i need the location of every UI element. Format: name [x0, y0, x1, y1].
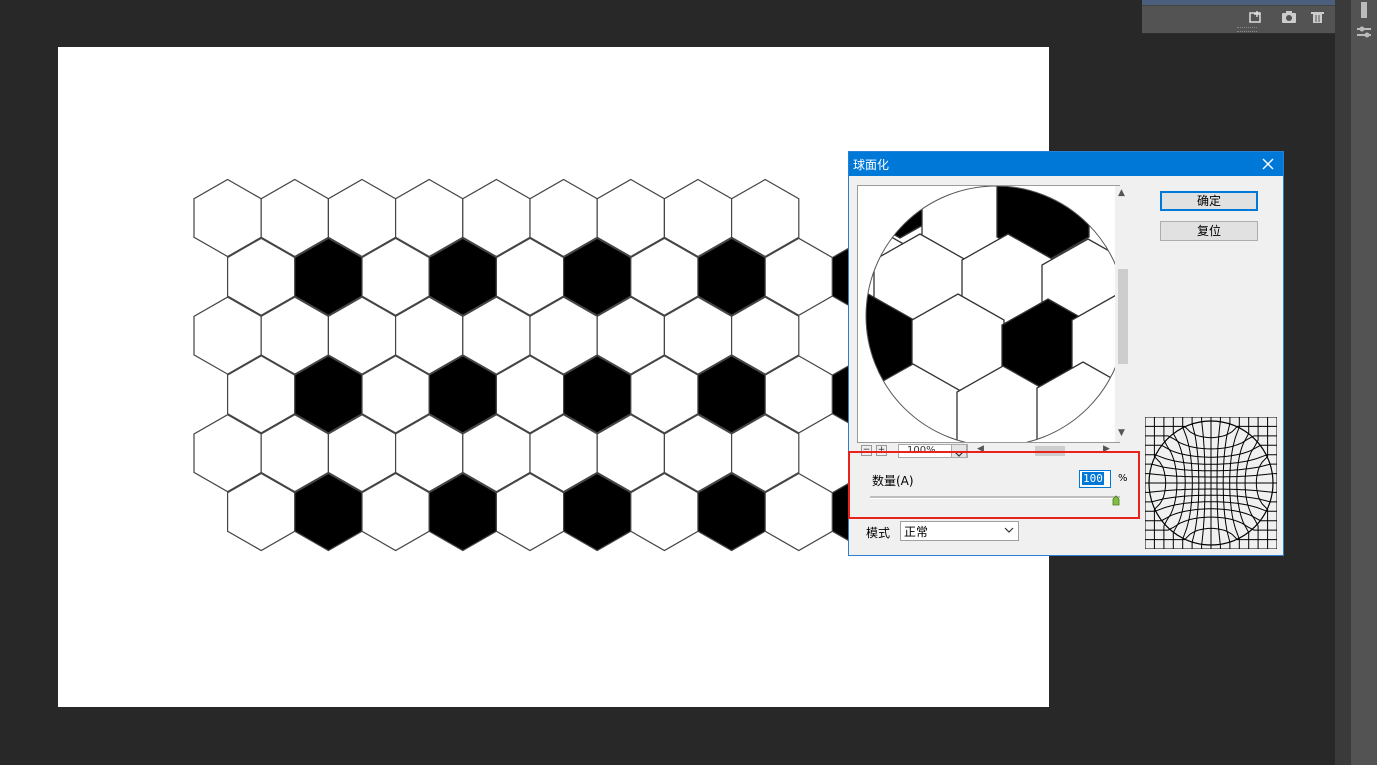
mode-select[interactable]: 正常: [900, 521, 1019, 541]
panel-divider: [1335, 0, 1351, 765]
scroll-left-icon[interactable]: ◀: [977, 444, 984, 454]
filter-preview[interactable]: [857, 185, 1120, 443]
preview-vertical-scrollbar[interactable]: ▲ ▼: [1115, 186, 1131, 442]
zoom-out-icon[interactable]: −: [861, 445, 872, 456]
amount-value: 100: [1082, 472, 1104, 485]
chevron-down-icon: [1004, 524, 1014, 539]
dialog-title: 球面化: [853, 158, 890, 172]
spherize-dialog: 球面化 ▲ ▼ − + 100% ◀ ▶ 数量(A) 100 % 模式 正常 确…: [848, 151, 1284, 556]
spherize-grid-preview: [1145, 417, 1277, 549]
mode-label: 模式: [866, 526, 891, 540]
new-layer-icon[interactable]: [1249, 9, 1265, 23]
amount-input[interactable]: 100: [1079, 470, 1111, 488]
spherized-preview-image: [865, 186, 1119, 442]
amount-slider[interactable]: [870, 496, 1120, 499]
adjust-icon[interactable]: [1353, 22, 1375, 44]
scroll-up-icon[interactable]: ▲: [1118, 188, 1125, 198]
camera-icon[interactable]: [1281, 9, 1297, 23]
panel-tool-icon[interactable]: [1353, 0, 1375, 22]
right-panel-strip: [1351, 0, 1377, 765]
scroll-right-icon[interactable]: ▶: [1103, 444, 1110, 454]
preview-horizontal-scrollbar[interactable]: ◀ ▶: [975, 444, 1115, 458]
dialog-titlebar[interactable]: 球面化: [849, 152, 1283, 176]
layers-panel: [1142, 0, 1335, 34]
scroll-down-icon[interactable]: ▼: [1118, 428, 1125, 438]
ok-button[interactable]: 确定: [1160, 191, 1258, 211]
panel-resize-grip[interactable]: [1237, 27, 1257, 32]
zoom-controls: − + 100% ◀ ▶: [857, 443, 1131, 460]
amount-unit: %: [1118, 473, 1128, 484]
amount-label: 数量(A): [872, 474, 914, 488]
soccer-ball: [866, 186, 1119, 442]
grid-lines: [1145, 417, 1277, 549]
trash-icon[interactable]: [1310, 9, 1326, 23]
reset-button[interactable]: 复位: [1160, 221, 1258, 241]
scrollbar-thumb[interactable]: [1118, 269, 1128, 364]
chevron-down-icon[interactable]: [951, 444, 967, 458]
scrollbar-thumb[interactable]: [1035, 446, 1065, 456]
mode-value: 正常: [904, 525, 929, 539]
amount-slider-thumb[interactable]: [1112, 491, 1120, 506]
selected-layer-row[interactable]: [1142, 0, 1335, 5]
workspace: 球面化 ▲ ▼ − + 100% ◀ ▶ 数量(A) 100 % 模式 正常 确…: [0, 0, 1377, 765]
zoom-in-icon[interactable]: +: [876, 445, 887, 456]
close-icon[interactable]: [1255, 152, 1281, 176]
